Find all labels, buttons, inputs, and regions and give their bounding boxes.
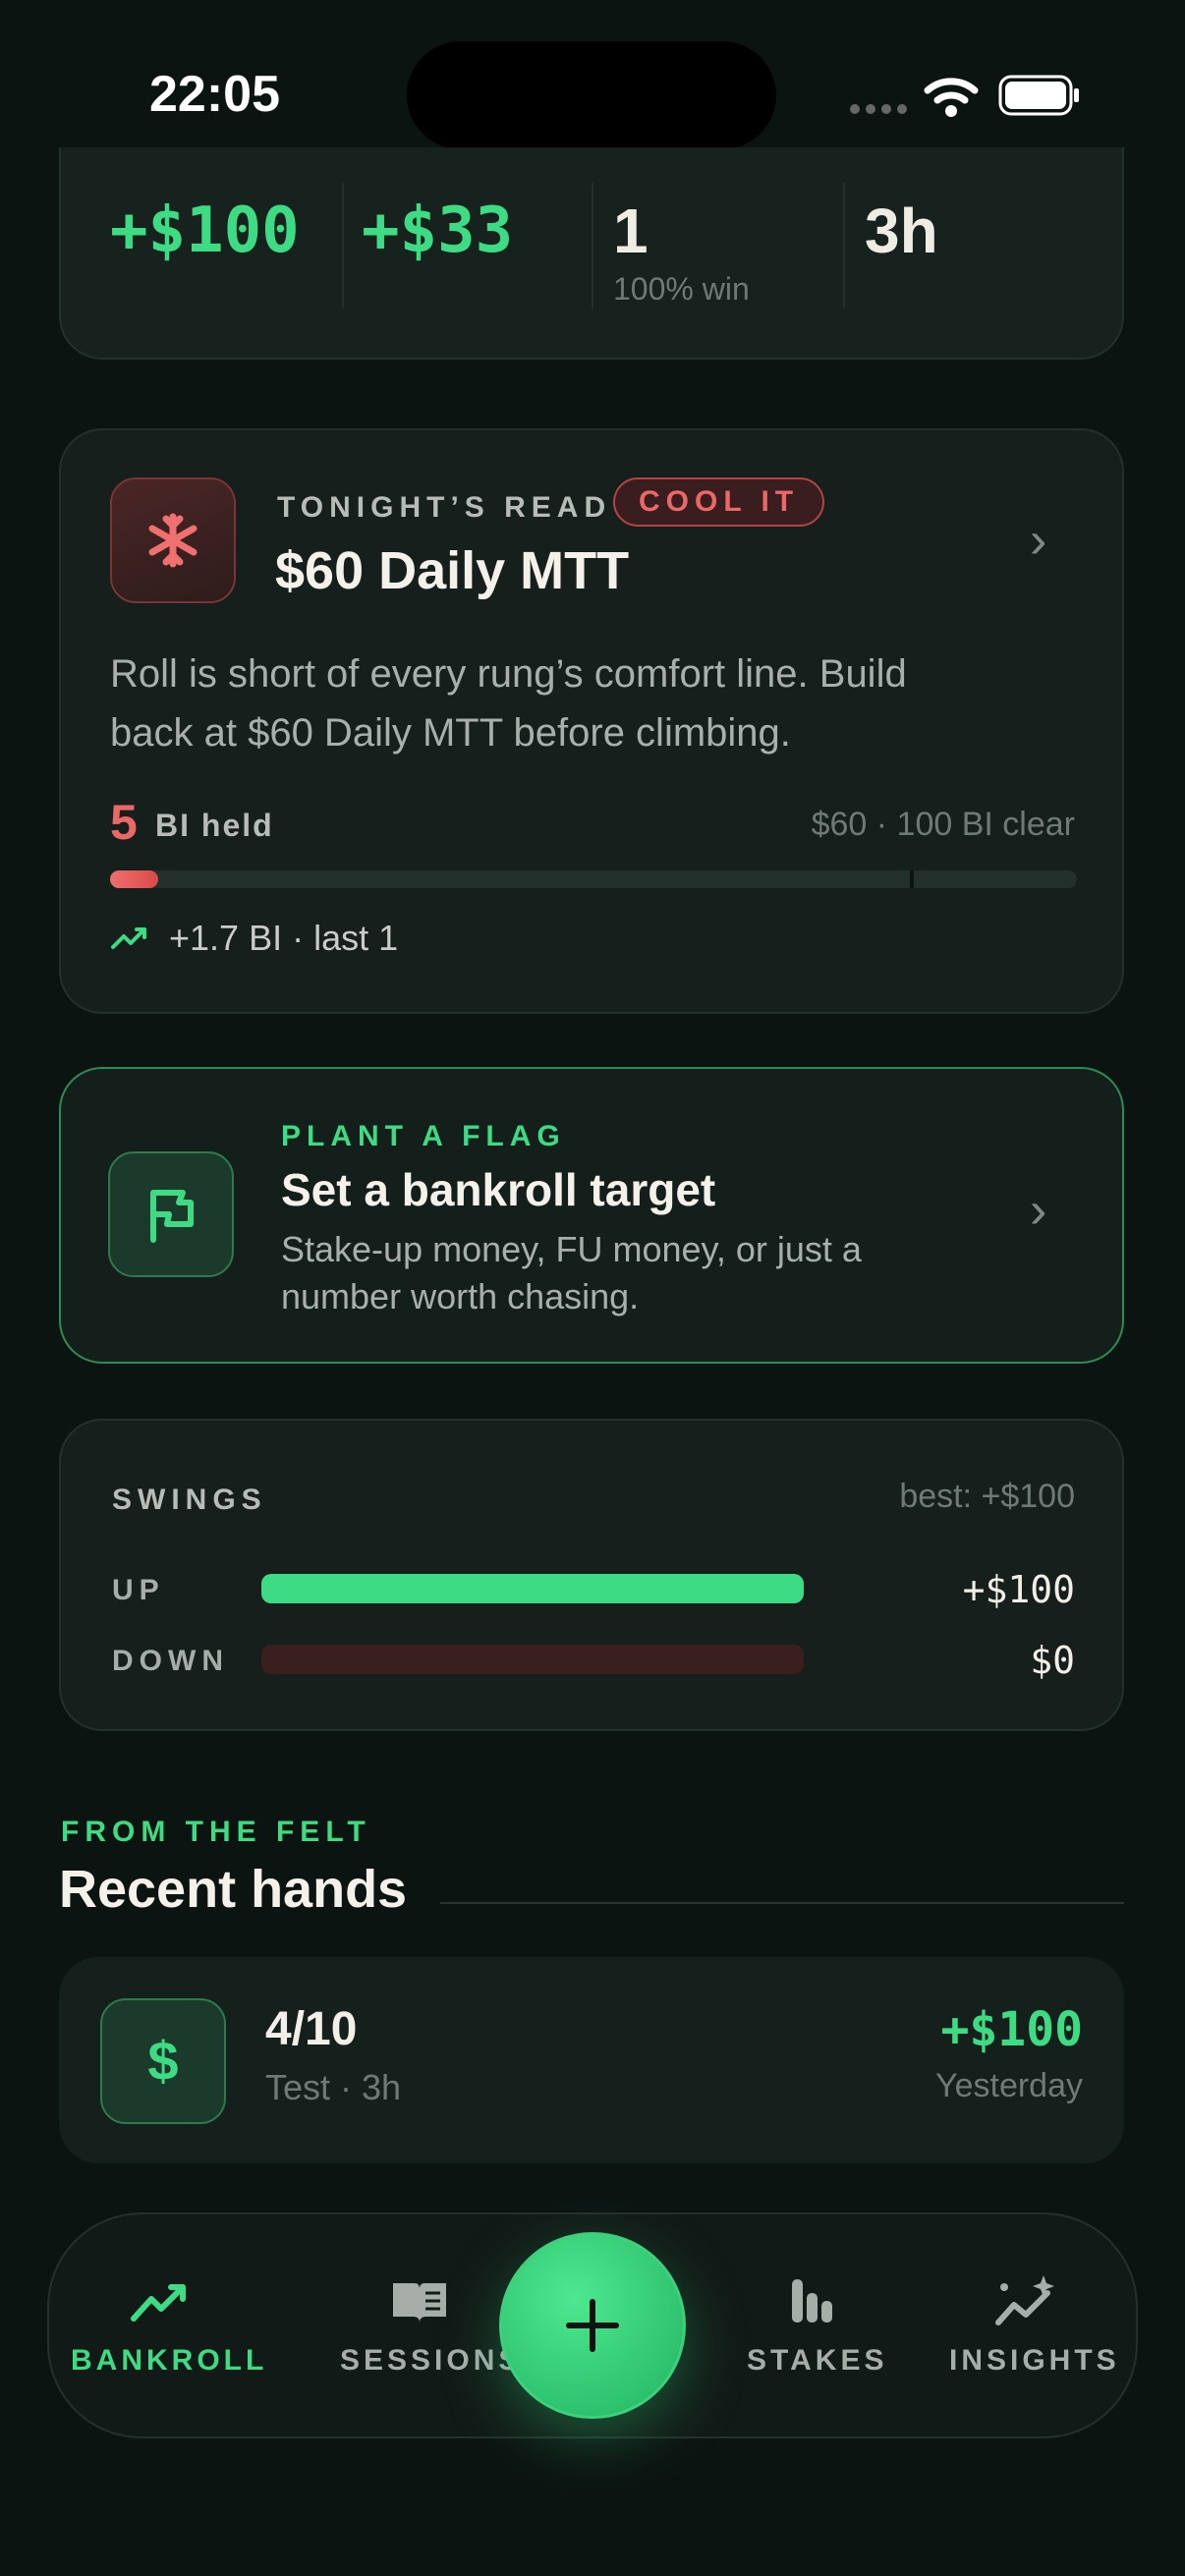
nav-label: INSIGHTS: [949, 2344, 1120, 2377]
swings-title: SWINGS: [112, 1484, 267, 1516]
book-icon: [393, 2283, 446, 2323]
stat-sessions-value: 1: [613, 196, 649, 266]
nav-label: STAKES: [747, 2344, 888, 2377]
swing-down-label: DOWN: [112, 1645, 229, 1677]
dollar-icon: $: [147, 2030, 179, 2092]
chevron-right-icon[interactable]: ›: [1030, 511, 1046, 570]
trend-up-icon: [110, 924, 149, 958]
sparkle-chart-icon: [995, 2275, 1054, 2325]
wifi-icon: [924, 75, 979, 123]
hand-sub: Test · 3h: [265, 2067, 402, 2107]
flag-tile: [108, 1151, 234, 1277]
add-session-button[interactable]: [499, 2232, 686, 2419]
bi-label: BI held: [155, 808, 274, 843]
dynamic-island: [407, 41, 776, 149]
cool-it-badge: COOL IT: [613, 477, 825, 527]
read-title: $60 Daily MTT: [275, 541, 630, 600]
swing-up-track: [261, 1574, 804, 1603]
swing-up-value: +$100: [962, 1568, 1075, 1611]
flag-icon: [150, 1190, 194, 1243]
swing-up-fill: [261, 1574, 804, 1603]
chart-line-icon: [131, 2284, 186, 2322]
bankroll-target-card[interactable]: PLANT A FLAG Set a bankroll target Stake…: [59, 1067, 1124, 1364]
plus-icon: [566, 2299, 619, 2352]
hand-when: Yesterday: [935, 2067, 1083, 2104]
stat-sessions-sub: 100% win: [613, 271, 750, 307]
swing-up-label: UP: [112, 1574, 165, 1606]
stack-icon: [792, 2279, 832, 2323]
list-item[interactable]: $ 4/10 Test · 3h +$100 Yesterday: [59, 1957, 1124, 2163]
flag-eyebrow: PLANT A FLAG: [281, 1120, 566, 1152]
snowflake-tile: [110, 477, 236, 603]
dollar-tile: $: [100, 1998, 226, 2124]
nav-stakes[interactable]: STAKES: [737, 2214, 933, 2440]
swing-down-value: $0: [1030, 1639, 1075, 1682]
trend-text: +1.7 BI · last 1: [169, 918, 399, 958]
read-body: Roll is short of every rung’s comfort li…: [110, 652, 907, 755]
nav-label: BANKROLL: [71, 2344, 268, 2377]
flag-body: Stake-up money, FU money, or just a numb…: [281, 1229, 862, 1316]
stat-hours-value: 3h: [865, 196, 938, 266]
swing-down-track: [261, 1645, 804, 1674]
snowflake-icon: [148, 513, 198, 568]
stat-average-value: +$33: [362, 195, 514, 267]
bi-progress-fill: [110, 870, 159, 888]
stat-profit-value: +$100: [110, 195, 300, 267]
cellular-signal-icon: [849, 102, 908, 121]
hand-amount: +$100: [940, 2002, 1084, 2057]
bi-target: $60 · 100 BI clear: [811, 806, 1075, 843]
nav-sessions[interactable]: SESSIONS: [265, 2214, 518, 2440]
nav-bankroll[interactable]: BANKROLL: [49, 2214, 265, 2440]
stats-strip: +$100 +$33 1 100% win 3h: [59, 147, 1124, 360]
swings-best: best: +$100: [899, 1478, 1075, 1515]
section-divider: [440, 1902, 1124, 1904]
recent-title: Recent hands: [59, 1860, 408, 1919]
hand-title: 4/10: [265, 2003, 358, 2055]
nav-insights[interactable]: INSIGHTS: [933, 2214, 1140, 2440]
nav-label: SESSIONS: [340, 2344, 523, 2377]
chevron-right-icon[interactable]: ›: [1030, 1181, 1046, 1240]
recent-eyebrow: FROM THE FELT: [61, 1816, 371, 1848]
tonights-read-card[interactable]: TONIGHT’S READ COOL IT $60 Daily MTT › R…: [59, 428, 1124, 1014]
swings-card: SWINGS best: +$100 UP +$100 DOWN $0: [59, 1419, 1124, 1731]
status-time: 22:05: [149, 66, 280, 123]
comfort-line-marker: [910, 870, 914, 888]
battery-icon: [998, 75, 1081, 121]
flag-title: Set a bankroll target: [281, 1164, 716, 1215]
bi-count: 5: [110, 795, 138, 850]
bi-progress-track: [110, 870, 1077, 888]
read-eyebrow: TONIGHT’S READ: [277, 491, 612, 524]
